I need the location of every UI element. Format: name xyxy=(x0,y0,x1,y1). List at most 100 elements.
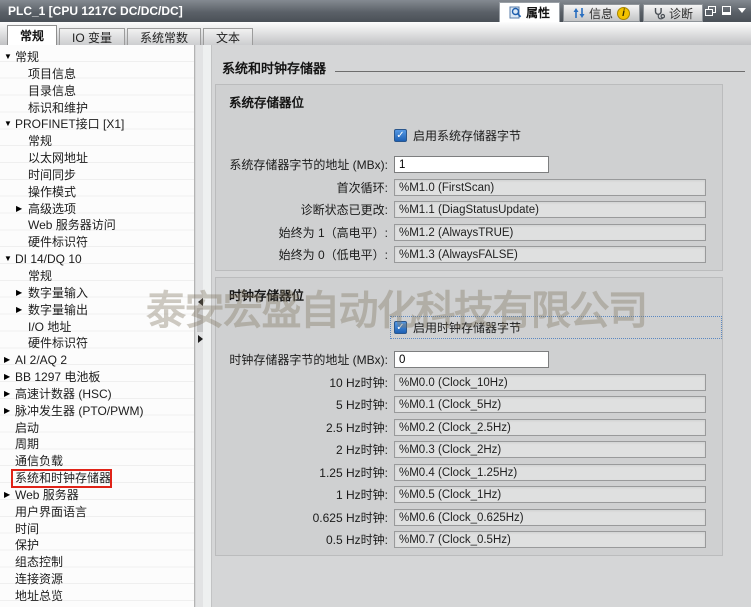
tab-system-constants[interactable]: 系统常数 xyxy=(127,28,201,45)
sidebar-item-digital-inputs[interactable]: ▶数字量输入 xyxy=(0,285,194,302)
field-label: 时钟存储器字节的地址 (MBx): xyxy=(216,351,388,368)
sidebar-item-connection-resources[interactable]: 连接资源 xyxy=(0,571,194,588)
collapse-left-icon[interactable] xyxy=(198,298,203,306)
expand-arrow-icon[interactable]: ▶ xyxy=(4,403,16,420)
sidebar-item-io-addresses[interactable]: I/O 地址 xyxy=(0,319,194,336)
diagnostics-icon xyxy=(653,7,665,20)
sidebar-item-pn-general[interactable]: 常规 xyxy=(0,133,194,150)
checkbox-label: 启用时钟存储器字节 xyxy=(413,319,521,336)
title-bar: PLC_1 [CPU 1217C DC/DC/DC] 属性 信息 i 诊断 xyxy=(0,0,751,22)
field-label: 系统存储器字节的地址 (MBx): xyxy=(216,156,388,173)
sidebar-item-identification-maintenance[interactable]: 标识和维护 xyxy=(0,100,194,117)
section-system-memory-bits: 系统存储器位 ✓ 启用系统存储器字节 系统存储器字节的地址 (MBx): 首次循… xyxy=(215,84,723,271)
always-true-field: %M1.2 (AlwaysTRUE) xyxy=(394,224,706,241)
sidebar-item-catalog-info[interactable]: 目录信息 xyxy=(0,83,194,100)
field-label: 0.625 Hz时钟: xyxy=(216,509,388,526)
field-label: 5 Hz时钟: xyxy=(216,396,388,413)
field-label: 10 Hz时钟: xyxy=(216,374,388,391)
sidebar-item-address-overview[interactable]: 地址总览 xyxy=(0,588,194,605)
sidebar-item-cycle[interactable]: 周期 xyxy=(0,436,194,453)
tab-io-tags[interactable]: IO 变量 xyxy=(59,28,125,45)
sidebar-item-ui-language[interactable]: 用户界面语言 xyxy=(0,504,194,521)
sidebar-item-pto-pwm[interactable]: ▶脉冲发生器 (PTO/PWM) xyxy=(0,403,194,420)
expand-arrow-icon[interactable]: ▶ xyxy=(16,201,28,218)
field-label: 1.25 Hz时钟: xyxy=(216,464,388,481)
sidebar-item-configuration-control[interactable]: 组态控制 xyxy=(0,554,194,571)
expand-arrow-icon[interactable]: ▶ xyxy=(4,487,16,504)
sidebar-item-web-server-access[interactable]: Web 服务器访问 xyxy=(0,217,194,234)
sidebar-item-time-of-day[interactable]: 时间 xyxy=(0,521,194,538)
pane-splitter[interactable] xyxy=(196,45,212,607)
field-label: 2 Hz时钟: xyxy=(216,441,388,458)
clock-10hz-field: %M0.0 (Clock_10Hz) xyxy=(394,374,706,391)
inspector-tabs: 属性 信息 i 诊断 xyxy=(496,2,703,22)
sidebar-item-protection[interactable]: 保护 xyxy=(0,537,194,554)
expand-arrow-icon[interactable]: ▼ xyxy=(4,251,16,268)
expand-arrow-icon[interactable]: ▶ xyxy=(4,369,16,386)
splitter-grip[interactable] xyxy=(197,308,203,332)
sidebar-item-hw-identifier[interactable]: 硬件标识符 xyxy=(0,234,194,251)
sidebar-item-communication-load[interactable]: 通信负载 xyxy=(0,453,194,470)
field-label: 始终为 1（高电平）: xyxy=(216,224,388,241)
field-label: 始终为 0（低电平）: xyxy=(216,246,388,263)
sidebar-item-di-general[interactable]: 常规 xyxy=(0,268,194,285)
clock-0-625hz-field: %M0.6 (Clock_0.625Hz) xyxy=(394,509,706,526)
field-label: 1 Hz时钟: xyxy=(216,486,388,503)
enable-system-memory-checkbox[interactable]: ✓ xyxy=(394,129,407,142)
tab-properties[interactable]: 属性 xyxy=(499,2,560,22)
clock-memory-byte-address-input[interactable] xyxy=(394,351,549,368)
collapse-right-icon[interactable] xyxy=(198,335,203,343)
expand-arrow-icon[interactable]: ▼ xyxy=(4,116,16,133)
enable-clock-memory-checkbox[interactable]: ✓ xyxy=(394,321,407,334)
clock-5hz-field: %M0.1 (Clock_5Hz) xyxy=(394,396,706,413)
system-memory-byte-address-input[interactable] xyxy=(394,156,549,173)
sidebar-item-startup[interactable]: 启动 xyxy=(0,420,194,437)
diag-status-update-field: %M1.1 (DiagStatusUpdate) xyxy=(394,201,706,218)
sidebar-item-hsc[interactable]: ▶高速计数器 (HSC) xyxy=(0,386,194,403)
tab-general[interactable]: 常规 xyxy=(7,25,57,45)
sidebar-item-digital-outputs[interactable]: ▶数字量输出 xyxy=(0,302,194,319)
sidebar-item-ethernet-addresses[interactable]: 以太网地址 xyxy=(0,150,194,167)
section-title: 时钟存储器位 xyxy=(216,278,722,304)
first-scan-field: %M1.0 (FirstScan) xyxy=(394,179,706,196)
sidebar-item-advanced-options[interactable]: ▶高级选项 xyxy=(0,201,194,218)
dock-window-icon[interactable] xyxy=(722,6,731,15)
sidebar-item-ai2-aq2[interactable]: ▶AI 2/AQ 2 xyxy=(0,352,194,369)
title-rule xyxy=(335,71,745,72)
window-controls xyxy=(705,6,746,15)
clock-1hz-field: %M0.5 (Clock_1Hz) xyxy=(394,486,706,503)
tab-diagnostics[interactable]: 诊断 xyxy=(643,4,703,22)
sidebar-item-profinet-interface[interactable]: ▼PROFINET接口 [X1] xyxy=(0,116,194,133)
sidebar-item-project-info[interactable]: 项目信息 xyxy=(0,66,194,83)
field-label: 首次循环: xyxy=(216,179,388,196)
expand-arrow-icon[interactable]: ▶ xyxy=(16,285,28,302)
section-clock-memory-bits: 时钟存储器位 ✓ 启用时钟存储器字节 时钟存储器字节的地址 (MBx): 10 … xyxy=(215,277,723,556)
sidebar-item-di-hw-identifier[interactable]: 硬件标识符 xyxy=(0,335,194,352)
sidebar-item-system-clock-memory[interactable]: 系统和时钟存储器 xyxy=(0,470,194,487)
sidebar-item-bb1297[interactable]: ▶BB 1297 电池板 xyxy=(0,369,194,386)
checkbox-label: 启用系统存储器字节 xyxy=(413,127,521,144)
expand-arrow-icon[interactable]: ▼ xyxy=(4,49,16,66)
info-arrows-icon xyxy=(573,7,585,19)
field-label: 诊断状态已更改: xyxy=(216,201,388,218)
sidebar-item-operating-mode[interactable]: 操作模式 xyxy=(0,184,194,201)
tab-info[interactable]: 信息 i xyxy=(563,4,640,22)
window-title: PLC_1 [CPU 1217C DC/DC/DC] xyxy=(8,4,183,18)
properties-nav-tree: ▼常规 项目信息 目录信息 标识和维护 ▼PROFINET接口 [X1] 常规 … xyxy=(0,45,195,607)
float-window-icon[interactable] xyxy=(705,6,715,15)
sidebar-item-time-sync[interactable]: 时间同步 xyxy=(0,167,194,184)
sidebar-item-general[interactable]: ▼常规 xyxy=(0,49,194,66)
clock-1-25hz-field: %M0.4 (Clock_1.25Hz) xyxy=(394,464,706,481)
tab-texts[interactable]: 文本 xyxy=(203,28,253,45)
expand-arrow-icon[interactable]: ▶ xyxy=(4,352,16,369)
sidebar-item-web-server[interactable]: ▶Web 服务器 xyxy=(0,487,194,504)
chevron-down-icon[interactable] xyxy=(738,8,746,13)
sidebar-item-di14-dq10[interactable]: ▼DI 14/DQ 10 xyxy=(0,251,194,268)
expand-arrow-icon[interactable]: ▶ xyxy=(16,302,28,319)
info-badge-icon: i xyxy=(617,7,630,20)
expand-arrow-icon[interactable]: ▶ xyxy=(4,386,16,403)
plc-properties-window: PLC_1 [CPU 1217C DC/DC/DC] 属性 信息 i 诊断 xyxy=(0,0,751,607)
document-tab-row: 常规 IO 变量 系统常数 文本 xyxy=(0,22,751,45)
clock-enable-focus-rect: ✓ 启用时钟存储器字节 xyxy=(390,316,722,339)
properties-icon xyxy=(509,6,522,19)
